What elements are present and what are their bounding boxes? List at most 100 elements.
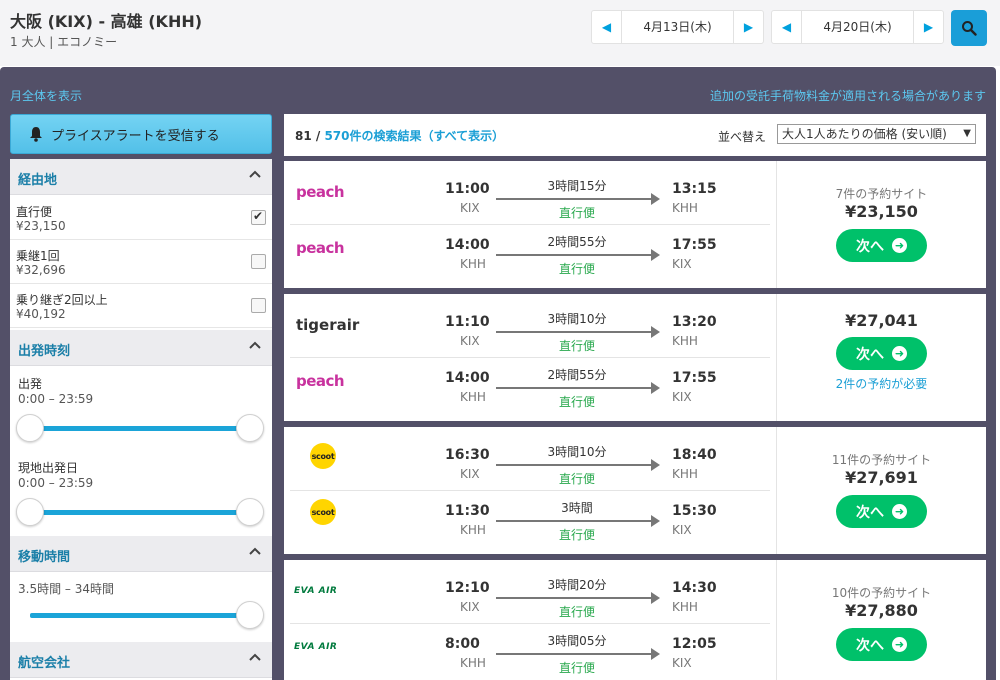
duration-max-handle[interactable] bbox=[236, 601, 264, 629]
filter-section-title: 出発時刻 bbox=[18, 344, 71, 359]
flight-duration: 3時間15分 bbox=[547, 179, 607, 193]
next-button[interactable]: 次へ ➜ bbox=[836, 229, 927, 262]
arrow-right-icon: ➜ bbox=[892, 346, 907, 361]
arrow-right-icon: ➜ bbox=[892, 637, 907, 652]
booking-sites-count: 7件の予約サイト bbox=[835, 187, 928, 201]
price: ¥23,150 bbox=[845, 202, 918, 221]
return-time-slider-track[interactable] bbox=[30, 510, 250, 515]
flight-arrow-icon bbox=[496, 515, 660, 527]
filter-checkbox[interactable] bbox=[251, 254, 266, 269]
arrival-airport: KIX bbox=[672, 257, 692, 271]
depart-date-prev-button[interactable]: ◀ bbox=[592, 11, 622, 43]
filter-section-stops[interactable]: 経由地 bbox=[10, 159, 272, 195]
return-time-min-handle[interactable] bbox=[16, 498, 44, 526]
outbound-time-slider-track[interactable] bbox=[30, 426, 250, 431]
booking-sites-count: 11件の予約サイト bbox=[831, 453, 932, 467]
filter-checkbox[interactable] bbox=[251, 209, 266, 225]
outbound-time-max-handle[interactable] bbox=[236, 414, 264, 442]
depart-date-picker[interactable]: ◀ 4月13日(木) ▶ bbox=[591, 10, 764, 44]
return-date-picker[interactable]: ◀ 4月20日(木) ▶ bbox=[771, 10, 944, 44]
arrival-airport: KHH bbox=[672, 334, 698, 348]
departure-airport: KIX bbox=[460, 201, 480, 215]
baggage-fee-notice-link[interactable]: 追加の受託手荷物料金が適用される場合があります bbox=[710, 87, 986, 104]
airline-logo-peach: peach bbox=[296, 372, 345, 390]
show-all-results-link[interactable]: 570件の検索結果（すべて表示） bbox=[324, 129, 504, 143]
arrival-airport: KHH bbox=[672, 467, 698, 481]
filter-option-direct[interactable]: 直行便 ¥23,150 bbox=[10, 196, 272, 240]
month-view-link[interactable]: 月全体を表示 bbox=[10, 87, 82, 104]
outbound-time-range: 0:00 – 23:59 bbox=[18, 392, 94, 406]
arrival-airport: KIX bbox=[672, 523, 692, 537]
triangle-right-icon: ▶ bbox=[743, 20, 754, 34]
results-toolbar: 81 / 570件の検索結果（すべて表示） 並べ替え 大人1人あたりの価格 (安… bbox=[284, 114, 986, 156]
arrival-time: 15:30 bbox=[672, 503, 717, 519]
price-panel: 11件の予約サイト ¥27,691 次へ ➜ bbox=[777, 427, 986, 554]
arrival-airport: KHH bbox=[672, 201, 698, 215]
flight-duration: 3時間20分 bbox=[547, 578, 607, 592]
depart-date-next-button[interactable]: ▶ bbox=[733, 11, 763, 43]
result-card[interactable]: EVA AIR 12:10 KIX 3時間20分 直行便 14:30 KHH E… bbox=[284, 560, 986, 680]
cabin-class: エコノミー bbox=[57, 35, 118, 49]
return-date-next-button[interactable]: ▶ bbox=[913, 11, 943, 43]
airline-logo-peach: peach bbox=[296, 183, 345, 201]
departure-time: 12:10 bbox=[445, 580, 490, 596]
sort-select[interactable]: 大人1人あたりの価格 (安い順) ▼ bbox=[777, 124, 976, 144]
shown-count: 81 bbox=[295, 129, 312, 143]
filter-section-title: 航空会社 bbox=[18, 656, 71, 671]
sort-label: 並べ替え bbox=[718, 130, 767, 144]
return-time-label: 現地出発日 bbox=[18, 461, 79, 475]
return-date[interactable]: 4月20日(木) bbox=[802, 11, 913, 43]
price: ¥27,880 bbox=[845, 601, 918, 620]
duration-slider-track[interactable] bbox=[30, 613, 250, 618]
chevron-up-icon[interactable] bbox=[248, 546, 262, 556]
arrow-right-icon: ➜ bbox=[892, 504, 907, 519]
departure-airport: KIX bbox=[460, 600, 480, 614]
arrival-time: 17:55 bbox=[672, 237, 717, 253]
chevron-up-icon[interactable] bbox=[248, 652, 262, 662]
multi-booking-note[interactable]: 2件の予約が必要 bbox=[777, 375, 986, 392]
booking-sites-count: 10件の予約サイト bbox=[831, 586, 932, 600]
filter-section-airlines[interactable]: 航空会社 bbox=[10, 642, 272, 678]
return-date-prev-button[interactable]: ◀ bbox=[772, 11, 802, 43]
flight-arrow-icon bbox=[496, 193, 660, 205]
filter-option-two-plus-stops[interactable]: 乗り継ぎ2回以上 ¥40,192 bbox=[10, 284, 272, 328]
filter-section-departure-time[interactable]: 出発時刻 bbox=[10, 330, 272, 366]
departure-time: 14:00 bbox=[445, 370, 490, 386]
departure-time: 8:00 bbox=[445, 636, 480, 652]
arrival-time: 13:15 bbox=[672, 181, 717, 197]
price-alert-label: プライスアラートを受信する bbox=[51, 128, 220, 144]
trip-summary: 1 大人 | エコノミー bbox=[10, 33, 117, 50]
filter-option-label: 乗り継ぎ2回以上 bbox=[16, 293, 108, 307]
stops-label: 直行便 bbox=[558, 661, 595, 675]
filter-option-price: ¥40,192 bbox=[16, 307, 66, 321]
chevron-up-icon[interactable] bbox=[248, 169, 262, 179]
filter-checkbox[interactable] bbox=[251, 298, 266, 313]
flight-arrow-icon bbox=[496, 592, 660, 604]
airline-logo-eva-air: EVA AIR bbox=[294, 642, 338, 652]
flight-duration: 3時間05分 bbox=[547, 634, 607, 648]
triangle-left-icon: ◀ bbox=[781, 20, 792, 34]
duration-range: 3.5時間 – 34時間 bbox=[18, 582, 114, 596]
next-button[interactable]: 次へ ➜ bbox=[836, 495, 927, 528]
filter-option-one-stop[interactable]: 乗継1回 ¥32,696 bbox=[10, 240, 272, 284]
filter-section-duration[interactable]: 移動時間 bbox=[10, 536, 272, 572]
stops-label: 直行便 bbox=[558, 395, 595, 409]
return-time-max-handle[interactable] bbox=[236, 498, 264, 526]
result-card[interactable]: scoot 16:30 KIX 3時間10分 直行便 18:40 KHH sco… bbox=[284, 427, 986, 554]
filter-option-label: 乗継1回 bbox=[16, 249, 60, 263]
arrival-time: 13:20 bbox=[672, 314, 717, 330]
results-panel: 月全体を表示 追加の受託手荷物料金が適用される場合があります プライスアラートを… bbox=[0, 67, 996, 680]
outbound-time-min-handle[interactable] bbox=[16, 414, 44, 442]
result-card[interactable]: tigerair 11:10 KIX 3時間10分 直行便 13:20 KHH … bbox=[284, 294, 986, 421]
search-button[interactable] bbox=[951, 10, 987, 46]
next-button[interactable]: 次へ ➜ bbox=[836, 337, 927, 370]
triangle-left-icon: ◀ bbox=[601, 20, 612, 34]
flight-arrow-icon bbox=[496, 459, 660, 471]
price: ¥27,691 bbox=[845, 468, 918, 487]
chevron-up-icon[interactable] bbox=[248, 340, 262, 350]
departure-airport: KIX bbox=[460, 467, 480, 481]
depart-date[interactable]: 4月13日(木) bbox=[622, 11, 733, 43]
result-card[interactable]: peach 11:00 KIX 3時間15分 直行便 13:15 KHH pea… bbox=[284, 161, 986, 288]
next-button[interactable]: 次へ ➜ bbox=[836, 628, 927, 661]
price-alert-button[interactable]: プライスアラートを受信する bbox=[10, 114, 272, 154]
